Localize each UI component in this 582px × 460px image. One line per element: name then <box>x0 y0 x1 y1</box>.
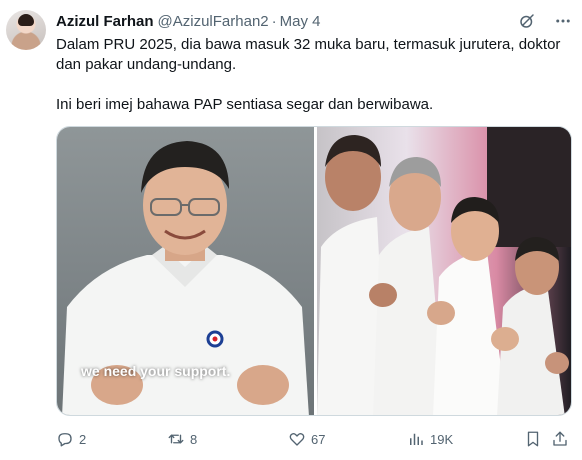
grok-icon[interactable] <box>518 12 536 30</box>
share-icon <box>551 430 569 448</box>
repost-button[interactable]: 8 <box>167 428 197 450</box>
avatar[interactable] <box>6 10 46 50</box>
reply-icon <box>56 430 74 448</box>
reply-button[interactable]: 2 <box>56 428 86 450</box>
views-icon <box>407 430 425 448</box>
reply-count: 2 <box>79 431 87 447</box>
tweet-date[interactable]: May 4 <box>280 13 321 30</box>
tweet-header: Azizul Farhan @AzizulFarhan2 · May 4 <box>56 11 320 31</box>
repost-icon <box>167 430 185 448</box>
tweet[interactable]: Azizul Farhan @AzizulFarhan2 · May 4 Dal… <box>0 0 582 460</box>
more-icon[interactable] <box>554 12 572 30</box>
tweet-paragraph-2: Ini beri imej bahawa PAP sentiasa segar … <box>56 96 434 113</box>
bookmark-button[interactable] <box>524 428 542 450</box>
views-button[interactable]: 19K <box>407 428 453 450</box>
repost-count: 8 <box>190 431 198 447</box>
tweet-actions: 2 8 67 19K <box>56 428 572 450</box>
author-name[interactable]: Azizul Farhan <box>56 13 154 30</box>
views-count: 19K <box>430 431 454 447</box>
top-actions <box>518 12 572 30</box>
tweet-text: Dalam PRU 2025, dia bawa masuk 32 muka b… <box>56 35 572 115</box>
like-icon <box>288 430 306 448</box>
bookmark-icon <box>524 430 542 448</box>
video-caption: we need your support. <box>81 363 231 379</box>
tweet-paragraph-1: Dalam PRU 2025, dia bawa masuk 32 muka b… <box>56 36 561 73</box>
share-button[interactable] <box>551 428 569 450</box>
separator-dot: · <box>271 12 277 30</box>
media-image-group[interactable] <box>317 127 571 415</box>
media-grid: we need your support. <box>56 126 572 416</box>
group-photo <box>317 127 571 415</box>
like-button[interactable]: 67 <box>288 428 325 450</box>
like-count: 67 <box>311 431 326 447</box>
author-handle[interactable]: @AzizulFarhan2 <box>158 13 269 30</box>
media-image-speaker[interactable]: we need your support. <box>57 127 314 415</box>
